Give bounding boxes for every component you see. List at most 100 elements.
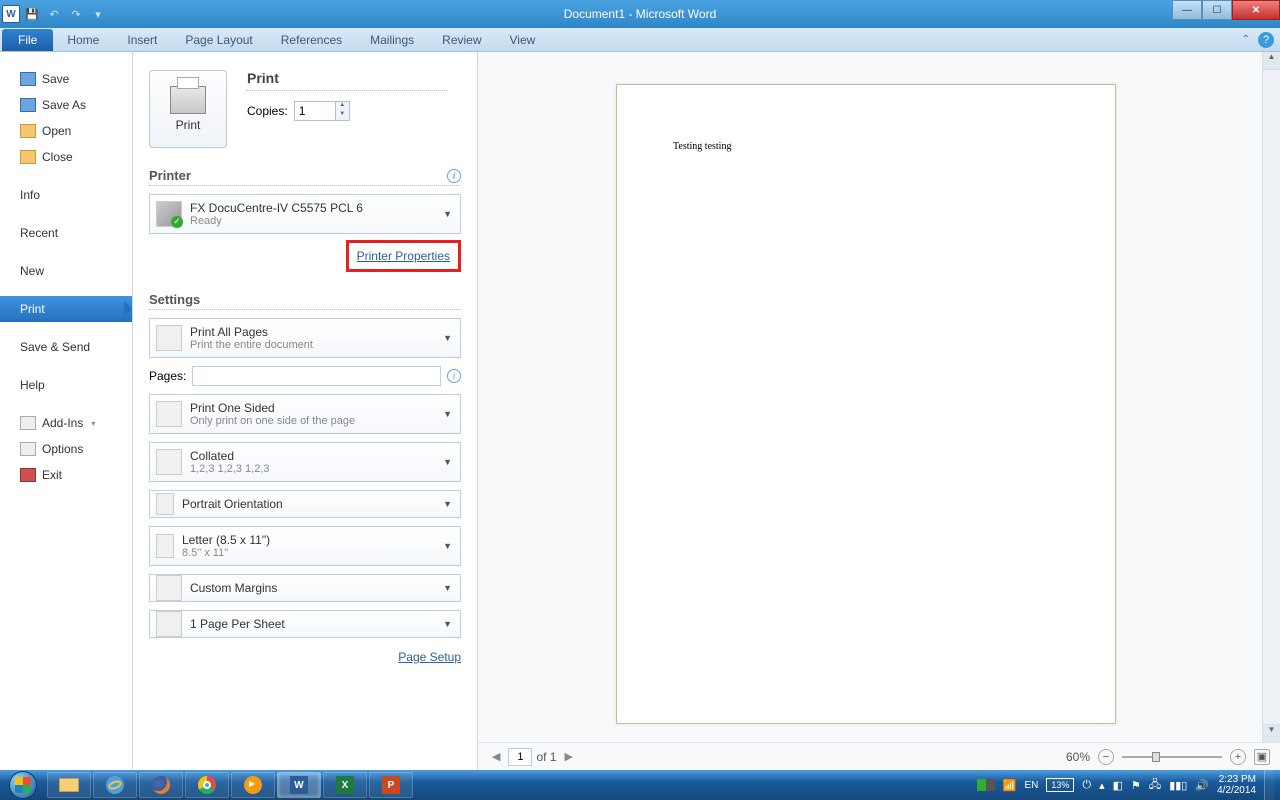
zoom-in-button[interactable]: +: [1230, 749, 1246, 765]
printer-dropdown[interactable]: FX DocuCentre-IV C5575 PCL 6 Ready ▼: [149, 194, 461, 234]
flag-icon[interactable]: ⚑: [1131, 779, 1141, 792]
save-as-icon: [20, 98, 36, 112]
qat-customize-icon[interactable]: ▾: [88, 4, 108, 24]
clock[interactable]: 2:23 PM 4/2/2014: [1217, 774, 1256, 796]
margins-icon: [156, 575, 182, 601]
qat-undo-icon[interactable]: ↶: [44, 4, 64, 24]
tray-chevron-icon[interactable]: ▴: [1099, 779, 1105, 792]
pages-input[interactable]: [192, 366, 441, 386]
cell-signal-icon[interactable]: ▮▮▯: [1169, 779, 1187, 792]
pages-label: Pages:: [149, 369, 186, 383]
network-icon[interactable]: 🖧: [1149, 776, 1161, 795]
tab-view[interactable]: View: [496, 28, 550, 51]
paper-size-dropdown[interactable]: Letter (8.5 x 11")8.5" x 11" ▼: [149, 526, 461, 566]
page-number-input[interactable]: [508, 748, 532, 766]
taskbar-explorer[interactable]: [47, 772, 91, 798]
sided-dropdown[interactable]: Print One SidedOnly print on one side of…: [149, 394, 461, 434]
print-button[interactable]: Print: [149, 70, 227, 148]
tab-home[interactable]: Home: [53, 28, 113, 51]
start-button[interactable]: [0, 770, 46, 800]
pages-per-sheet-dropdown[interactable]: 1 Page Per Sheet ▼: [149, 610, 461, 638]
print-panel: Print Print Copies: ▲▼ Printer i FX Docu…: [133, 52, 478, 770]
print-button-label: Print: [176, 118, 201, 132]
close-button[interactable]: ✕: [1232, 0, 1280, 20]
page-setup-link[interactable]: Page Setup: [398, 650, 461, 664]
taskbar-word[interactable]: W: [277, 772, 321, 798]
minimize-button[interactable]: —: [1172, 0, 1202, 20]
language-indicator[interactable]: EN: [1024, 780, 1038, 791]
tab-file[interactable]: File: [2, 29, 53, 51]
word-app-icon[interactable]: W: [2, 5, 20, 23]
tab-references[interactable]: References: [267, 28, 356, 51]
tab-mailings[interactable]: Mailings: [356, 28, 428, 51]
pages-info-icon[interactable]: i: [447, 369, 461, 383]
tray-app-icon[interactable]: ◧: [1113, 779, 1123, 792]
taskbar-firefox[interactable]: [139, 772, 183, 798]
firefox-icon: [152, 776, 170, 794]
scroll-down-icon[interactable]: ▼: [1263, 724, 1280, 742]
prev-page-icon[interactable]: ◀: [488, 750, 504, 763]
nav-info[interactable]: Info: [0, 182, 132, 208]
collate-dropdown[interactable]: Collated1,2,3 1,2,3 1,2,3 ▼: [149, 442, 461, 482]
margins-dropdown[interactable]: Custom Margins ▼: [149, 574, 461, 602]
one-sided-icon: [156, 401, 182, 427]
zoom-thumb[interactable]: [1152, 752, 1160, 762]
chevron-down-icon: ▼: [443, 457, 452, 467]
power-icon[interactable]: ⏻: [1082, 779, 1091, 792]
nav-options[interactable]: Options: [0, 436, 132, 462]
nav-help[interactable]: Help: [0, 372, 132, 398]
taskbar-excel[interactable]: X: [323, 772, 367, 798]
tab-insert[interactable]: Insert: [113, 28, 171, 51]
ie-icon: [106, 776, 124, 794]
orientation-dropdown[interactable]: Portrait Orientation ▼: [149, 490, 461, 518]
nav-exit[interactable]: Exit: [0, 462, 132, 488]
collated-icon: [156, 449, 182, 475]
close-icon: [20, 150, 36, 164]
copies-down-icon[interactable]: ▼: [335, 111, 349, 120]
print-range-dropdown[interactable]: Print All PagesPrint the entire document…: [149, 318, 461, 358]
qat-save-icon[interactable]: 💾: [22, 4, 42, 24]
wifi-icon[interactable]: 📶: [1003, 779, 1017, 792]
backstage: Save Save As Open Close Info Recent New …: [0, 52, 1280, 770]
preview-page: Testing testing: [616, 84, 1116, 724]
nav-print[interactable]: Print: [0, 296, 132, 322]
next-page-icon[interactable]: ▶: [560, 750, 576, 763]
zoom-slider[interactable]: [1122, 756, 1222, 758]
nav-close[interactable]: Close: [0, 144, 132, 170]
nav-addins[interactable]: Add-Ins▾: [0, 410, 132, 436]
settings-section-header: Settings: [149, 292, 461, 310]
chevron-down-icon: ▼: [443, 499, 452, 509]
minimize-ribbon-icon[interactable]: ⌃: [1242, 34, 1250, 45]
taskbar-media-player[interactable]: [231, 772, 275, 798]
exit-icon: [20, 468, 36, 482]
nav-save[interactable]: Save: [0, 66, 132, 92]
signal-icon[interactable]: [977, 779, 995, 791]
nav-open[interactable]: Open: [0, 118, 132, 144]
qat-redo-icon[interactable]: ↷: [66, 4, 86, 24]
nav-save-send[interactable]: Save & Send: [0, 334, 132, 360]
zoom-out-button[interactable]: −: [1098, 749, 1114, 765]
printer-info-icon[interactable]: i: [447, 169, 461, 183]
printer-properties-link[interactable]: Printer Properties: [357, 249, 450, 263]
printer-name: FX DocuCentre-IV C5575 PCL 6: [190, 201, 363, 215]
copies-up-icon[interactable]: ▲: [335, 102, 349, 111]
battery-indicator[interactable]: 13%: [1046, 778, 1074, 792]
preview-scrollbar[interactable]: ▲ ▼: [1262, 52, 1280, 742]
taskbar-chrome[interactable]: [185, 772, 229, 798]
maximize-button[interactable]: ☐: [1202, 0, 1232, 20]
tab-page-layout[interactable]: Page Layout: [171, 28, 266, 51]
tab-review[interactable]: Review: [428, 28, 495, 51]
nav-save-as[interactable]: Save As: [0, 92, 132, 118]
zoom-to-page-button[interactable]: ▣: [1254, 749, 1270, 765]
scroll-up-icon[interactable]: ▲: [1263, 52, 1280, 70]
nav-recent[interactable]: Recent: [0, 220, 132, 246]
copies-label: Copies:: [247, 104, 288, 118]
volume-icon[interactable]: 🔊: [1195, 779, 1209, 792]
chevron-down-icon: ▼: [443, 209, 452, 219]
show-desktop-button[interactable]: [1264, 770, 1274, 800]
taskbar-powerpoint[interactable]: P: [369, 772, 413, 798]
taskbar-ie[interactable]: [93, 772, 137, 798]
help-icon[interactable]: ?: [1258, 32, 1274, 48]
print-header: Print: [247, 70, 447, 91]
nav-new[interactable]: New: [0, 258, 132, 284]
